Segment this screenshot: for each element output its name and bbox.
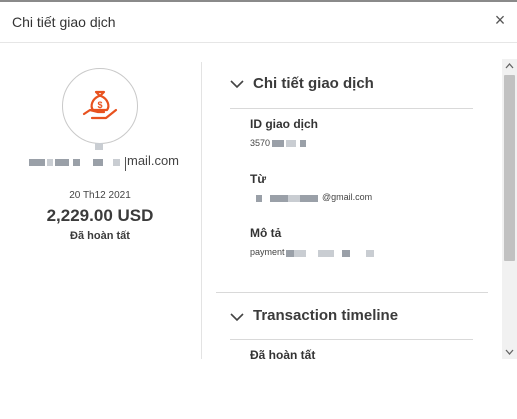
divider bbox=[230, 108, 473, 109]
redaction-block bbox=[47, 159, 53, 166]
field-label-description: Mô tả bbox=[250, 226, 282, 240]
redaction-block bbox=[29, 159, 45, 166]
dialog-title: Chi tiết giao dịch bbox=[12, 14, 116, 30]
scrollbar-thumb[interactable] bbox=[504, 75, 515, 261]
field-value-description: payment bbox=[250, 247, 430, 259]
text-caret bbox=[125, 157, 126, 171]
redaction-block bbox=[113, 159, 120, 166]
redaction-block bbox=[270, 195, 288, 202]
redaction-block bbox=[318, 250, 334, 257]
redaction-block bbox=[272, 140, 284, 147]
counterparty-email: mail.com bbox=[0, 143, 200, 171]
divider bbox=[216, 292, 488, 293]
section-title-timeline[interactable]: Transaction timeline bbox=[253, 307, 398, 324]
transaction-summary: $ mail.com 20 Th12 2021 2,229.00 USD Đã … bbox=[0, 43, 201, 359]
redaction-block bbox=[95, 143, 103, 150]
redaction-block bbox=[300, 140, 306, 147]
transaction-amount: 2,229.00 USD bbox=[46, 206, 154, 225]
redaction-block bbox=[300, 195, 318, 202]
redaction-block bbox=[73, 159, 80, 166]
scroll-up-icon[interactable] bbox=[502, 59, 517, 73]
close-icon[interactable]: × bbox=[491, 11, 509, 29]
details-panel: Chi tiết giao dịch ID giao dịch 3570 Từ … bbox=[202, 43, 502, 359]
redaction-block bbox=[256, 195, 262, 202]
chevron-down-icon[interactable] bbox=[230, 77, 244, 91]
field-value-transaction-id: 3570 bbox=[250, 138, 306, 150]
scroll-down-icon[interactable] bbox=[502, 345, 517, 359]
avatar: $ bbox=[62, 68, 138, 144]
dialog-header: Chi tiết giao dịch × bbox=[0, 2, 517, 43]
transaction-id-prefix: 3570 bbox=[250, 138, 271, 148]
redaction-block bbox=[342, 250, 350, 257]
description-prefix: payment bbox=[250, 247, 285, 257]
redaction-block bbox=[286, 140, 296, 147]
svg-text:$: $ bbox=[97, 100, 102, 110]
chevron-down-icon[interactable] bbox=[230, 310, 244, 324]
transaction-status: Đã hoàn tất bbox=[70, 230, 130, 242]
redaction-block bbox=[294, 250, 306, 257]
redaction-block bbox=[93, 159, 103, 166]
redaction-block bbox=[288, 195, 300, 202]
vertical-scrollbar[interactable] bbox=[502, 59, 517, 359]
from-email-domain: @gmail.com bbox=[322, 192, 373, 202]
redaction-block bbox=[286, 250, 294, 257]
email-suffix: mail.com bbox=[127, 153, 180, 168]
field-label-from: Từ bbox=[250, 172, 267, 186]
section-title-details[interactable]: Chi tiết giao dịch bbox=[253, 75, 374, 92]
transaction-date: 20 Th12 2021 bbox=[69, 190, 131, 201]
redaction-block bbox=[55, 159, 69, 166]
field-value-from: @gmail.com bbox=[250, 192, 430, 204]
divider bbox=[230, 339, 473, 340]
money-bag-hand-icon: $ bbox=[82, 90, 118, 120]
timeline-item-status: Đã hoàn tất bbox=[250, 348, 316, 359]
redaction-block bbox=[366, 250, 374, 257]
field-label-transaction-id: ID giao dịch bbox=[250, 117, 319, 131]
